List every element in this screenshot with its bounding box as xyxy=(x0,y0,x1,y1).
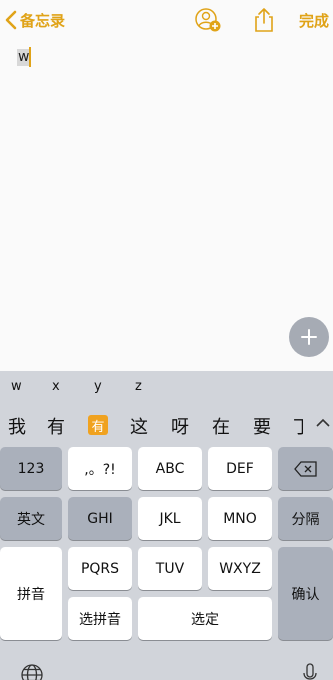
plus-icon xyxy=(301,329,317,345)
delete-key[interactable] xyxy=(278,447,333,490)
key-separator[interactable]: 分隔 xyxy=(278,497,333,540)
back-label: 备忘录 xyxy=(20,11,66,30)
key-english[interactable]: 英文 xyxy=(0,497,62,540)
backspace-icon xyxy=(293,460,317,477)
candidate[interactable]: 我 xyxy=(8,413,26,439)
navigation-bar: 备忘录 完成 xyxy=(0,0,333,40)
pinyin-option[interactable]: y xyxy=(94,379,102,394)
candidate-highlighted[interactable]: 有 xyxy=(88,415,108,435)
pinyin-option[interactable]: z xyxy=(135,379,142,394)
candidate[interactable]: 有 xyxy=(47,413,65,439)
pinyin-option[interactable]: w xyxy=(11,379,22,394)
key-def[interactable]: DEF xyxy=(208,447,272,490)
chevron-left-icon xyxy=(5,10,17,30)
chevron-up-icon[interactable] xyxy=(313,415,333,431)
key-select[interactable]: 选定 xyxy=(138,597,272,640)
key-pqrs[interactable]: PQRS xyxy=(68,547,132,590)
key-tuv[interactable]: TUV xyxy=(138,547,202,590)
key-select-pinyin[interactable]: 选拼音 xyxy=(68,597,132,640)
key-123[interactable]: 123 xyxy=(0,447,62,490)
candidate[interactable]: 呀 xyxy=(171,413,189,439)
pinyin-suggestions: w x y z xyxy=(0,371,333,401)
key-confirm[interactable]: 确认 xyxy=(278,547,333,640)
key-mno[interactable]: MNO xyxy=(208,497,272,540)
candidate[interactable]: 要 xyxy=(253,413,271,439)
add-button[interactable] xyxy=(289,317,329,357)
share-icon[interactable] xyxy=(250,7,278,33)
key-abc[interactable]: ABC xyxy=(138,447,202,490)
done-button[interactable]: 完成 xyxy=(299,10,329,31)
candidate[interactable]: 这 xyxy=(130,413,148,439)
key-punctuation[interactable]: ,。?! xyxy=(68,447,132,490)
key-ghi[interactable]: GHI xyxy=(68,497,132,540)
candidate[interactable]: 在 xyxy=(212,413,230,439)
pinyin-option[interactable]: x xyxy=(52,379,60,394)
keyboard: w x y z 我 有 有 这 呀 在 要 丁 123 ,。?! ABC DEF… xyxy=(0,371,333,680)
candidate[interactable]: 丁 xyxy=(293,413,303,439)
microphone-icon[interactable] xyxy=(302,663,318,680)
candidate-bar: 我 有 有 这 呀 在 要 丁 xyxy=(0,405,333,441)
globe-icon[interactable] xyxy=(20,663,44,680)
key-wxyz[interactable]: WXYZ xyxy=(208,547,272,590)
add-person-icon[interactable] xyxy=(194,7,222,33)
back-button[interactable]: 备忘录 xyxy=(4,8,65,32)
text-caret xyxy=(29,47,31,67)
key-jkl[interactable]: JKL xyxy=(138,497,202,540)
key-pinyin[interactable]: 拼音 xyxy=(0,547,62,640)
